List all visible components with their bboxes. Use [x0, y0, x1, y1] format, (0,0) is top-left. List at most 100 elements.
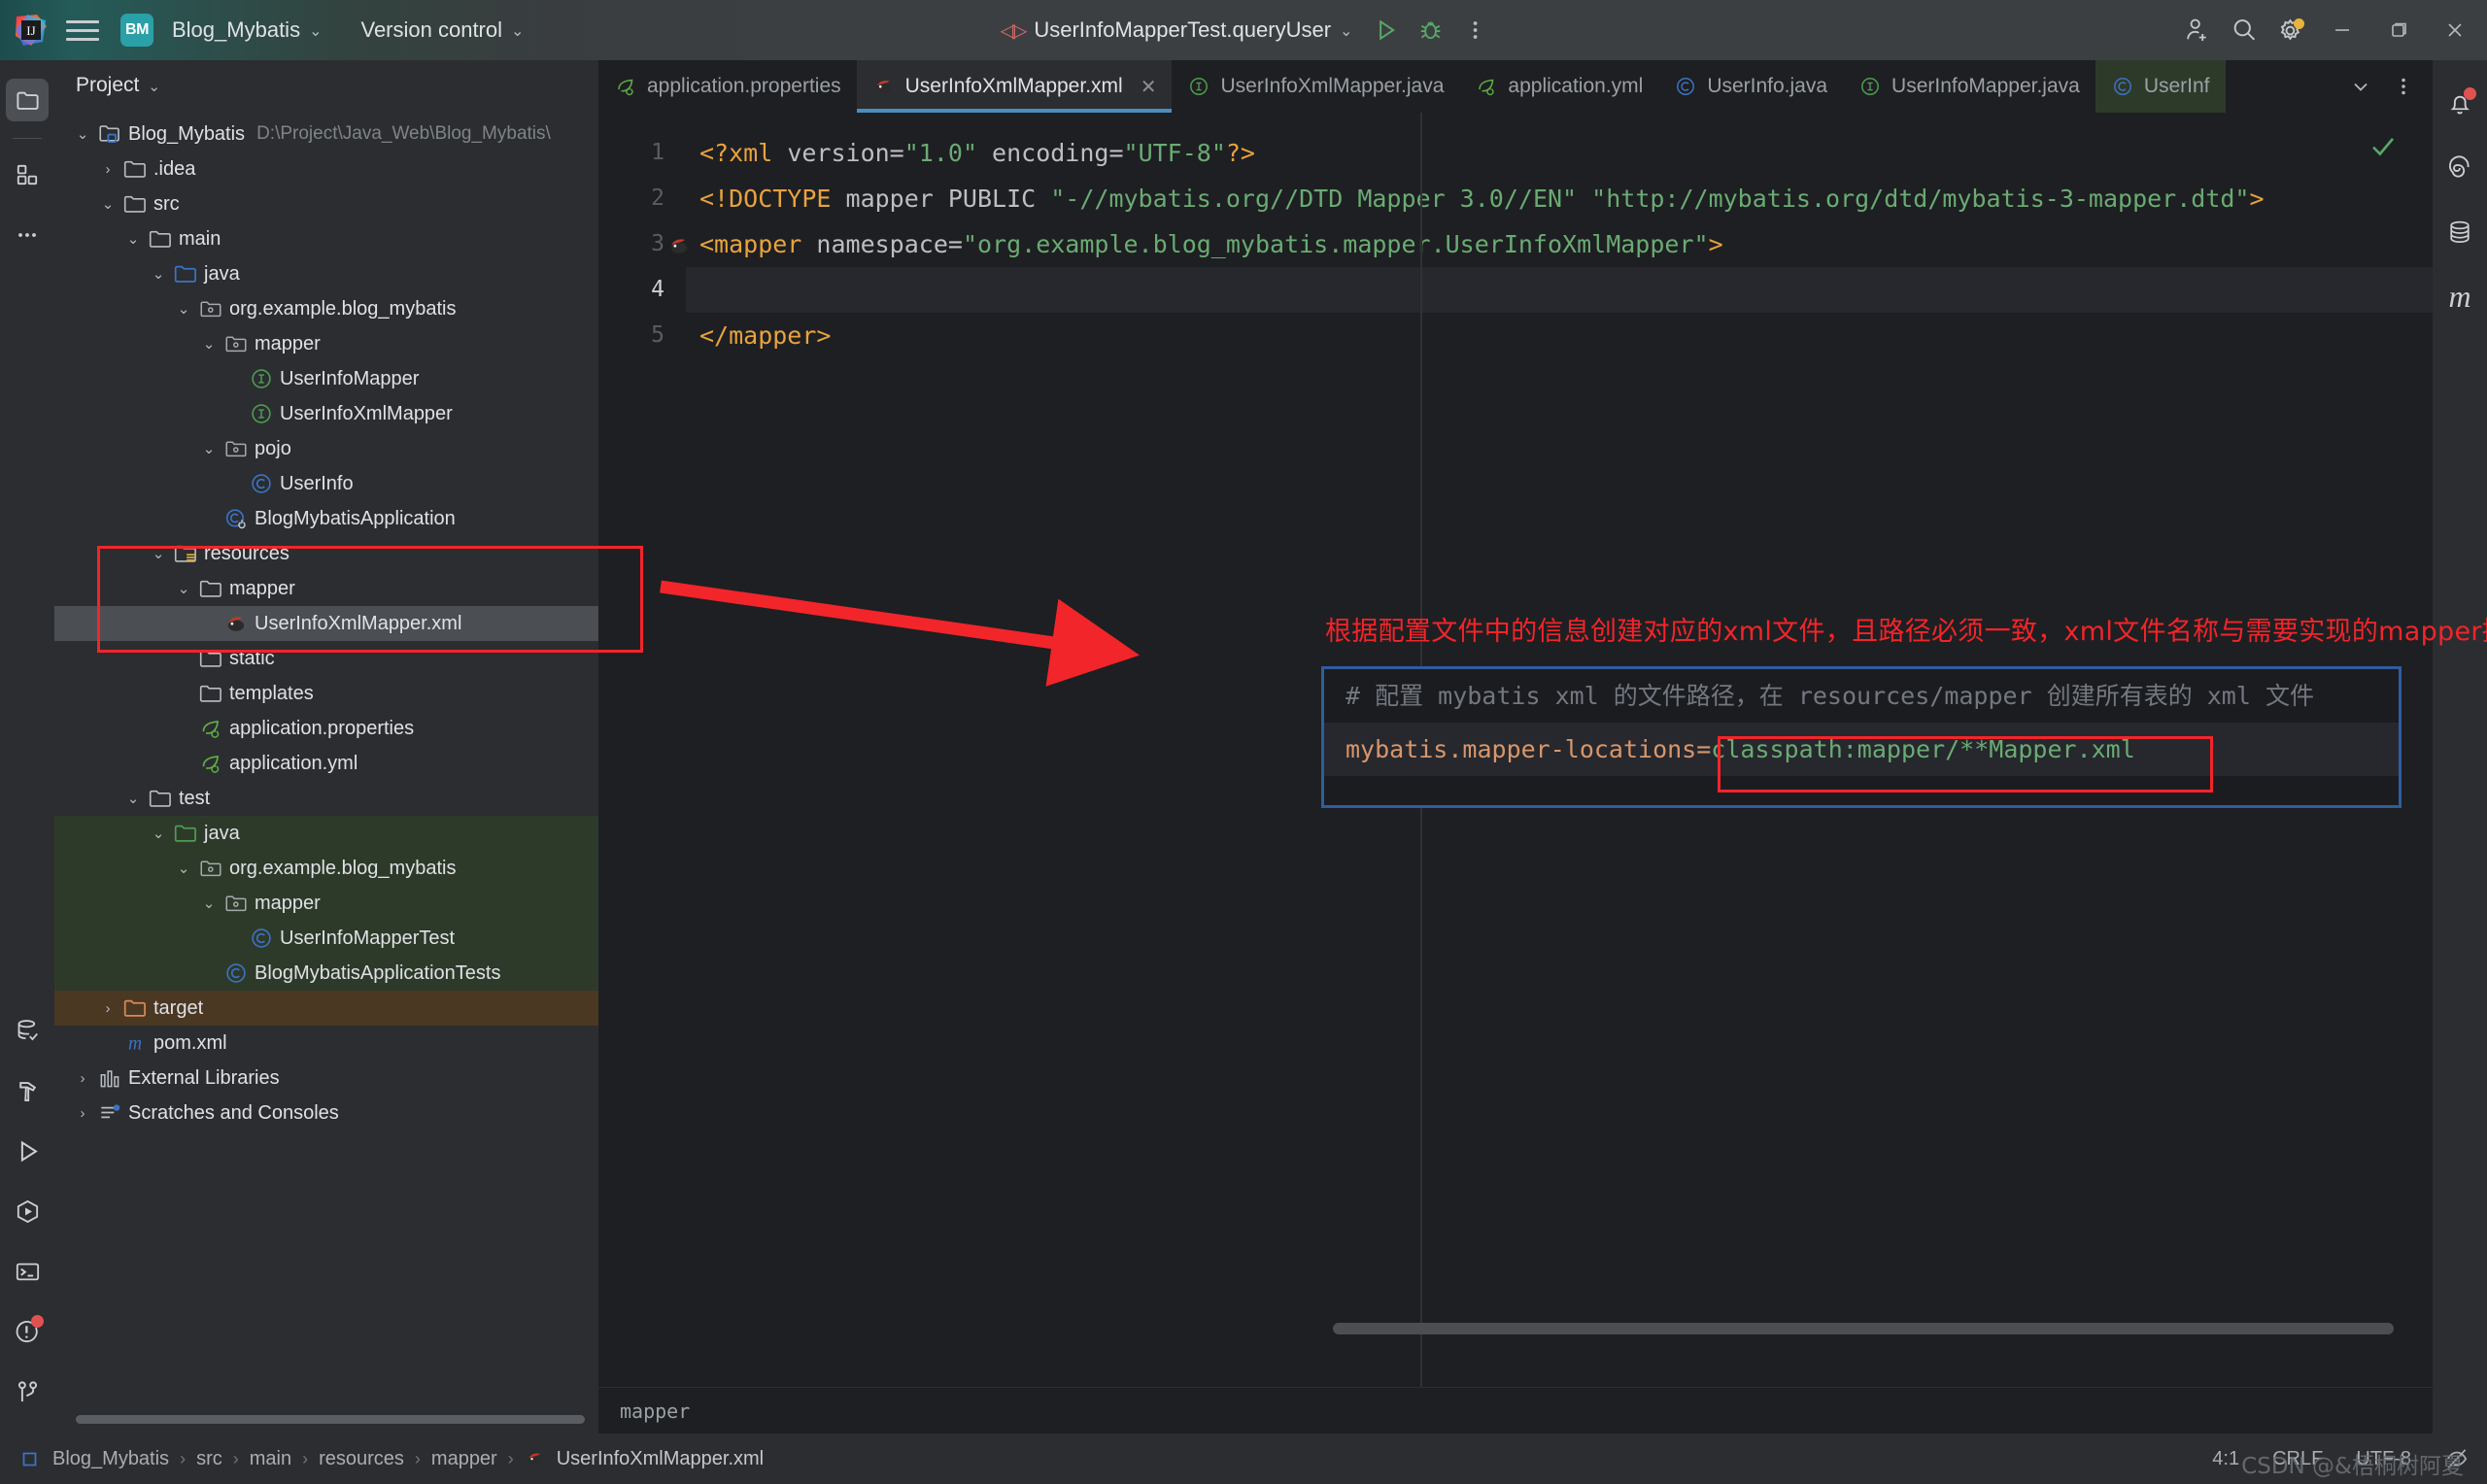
chevron-down-icon[interactable]: ⌄: [146, 545, 171, 562]
sidebar-item-ai-assistant[interactable]: [2438, 147, 2481, 189]
add-account-icon[interactable]: [2176, 9, 2219, 51]
tree-node-templates[interactable]: templates: [54, 676, 598, 711]
sidebar-item-run[interactable]: [6, 1130, 49, 1172]
tree-node-userinfo[interactable]: UserInfo: [54, 466, 598, 501]
gear-icon[interactable]: [2269, 9, 2312, 51]
sidebar-item-project[interactable]: [6, 79, 49, 121]
search-icon[interactable]: [2223, 9, 2266, 51]
tree-node-userinfoxmlmapper[interactable]: UserInfoXmlMapper: [54, 396, 598, 431]
project-name-button[interactable]: Blog_Mybatis ⌄: [164, 13, 329, 48]
code-line[interactable]: <mapper namespace="org.example.blog_myba…: [686, 221, 2433, 267]
tree-node-mapper[interactable]: ⌄ mapper: [54, 326, 598, 361]
tree-node-application-properties[interactable]: application.properties: [54, 711, 598, 746]
tree-node--idea[interactable]: › .idea: [54, 152, 598, 186]
tree-node-org-example-blog-mybatis[interactable]: ⌄ org.example.blog_mybatis: [54, 851, 598, 886]
chevron-down-icon[interactable]: ⌄: [196, 894, 221, 912]
editor-tab-list[interactable]: application.properties UserInfoXmlMapper.…: [598, 60, 2339, 113]
breadcrumb-item[interactable]: mapper: [431, 1448, 497, 1470]
tree-node-java[interactable]: ⌄ java: [54, 816, 598, 851]
project-panel-header[interactable]: Project ⌄: [54, 60, 598, 111]
chevron-down-icon[interactable]: ⌄: [146, 825, 171, 842]
minimize-button[interactable]: [2316, 4, 2368, 56]
chevron-right-icon[interactable]: ›: [95, 161, 120, 178]
tree-node-target[interactable]: › target: [54, 991, 598, 1026]
sidebar-item-more[interactable]: [6, 214, 49, 256]
tree-node-mapper[interactable]: ⌄ mapper: [54, 886, 598, 921]
sidebar-item-build[interactable]: [6, 1069, 49, 1112]
sidebar-item-notifications[interactable]: [2438, 83, 2481, 125]
sidebar-item-structure[interactable]: [6, 153, 49, 196]
code-line[interactable]: </mapper>: [686, 313, 2433, 358]
tree-node-src[interactable]: ⌄ src: [54, 186, 598, 221]
editor-tab-userinfoxmlmapper-xml[interactable]: UserInfoXmlMapper.xml ✕: [856, 60, 1173, 113]
chevron-down-icon[interactable]: ⌄: [171, 860, 196, 877]
breadcrumb-item[interactable]: UserInfoXmlMapper.xml: [557, 1448, 764, 1470]
tree-node-main[interactable]: ⌄ main: [54, 221, 598, 256]
tree-node-pojo[interactable]: ⌄ pojo: [54, 431, 598, 466]
editor-tab-options-icon[interactable]: [2382, 65, 2425, 108]
project-tree-horizontal-scrollbar[interactable]: [76, 1415, 585, 1424]
tree-node-test[interactable]: ⌄ test: [54, 781, 598, 816]
tree-node-blog-mybatis[interactable]: ⌄ Blog_Mybatis D:\Project\Java_Web\Blog_My…: [54, 117, 598, 152]
editor-tab-userinfomapper-java[interactable]: UserInfoMapper.java: [1843, 60, 2095, 113]
tree-node-blogmybatisapplication[interactable]: BlogMybatisApplication: [54, 501, 598, 536]
run-configuration-selector[interactable]: ◁▷ UserInfoMapperTest.queryUser ⌄: [991, 13, 1363, 48]
tree-node-blogmybatisapplicationtests[interactable]: BlogMybatisApplicationTests: [54, 956, 598, 991]
breadcrumb-item[interactable]: resources: [319, 1448, 404, 1470]
chevron-down-icon[interactable]: ⌄: [196, 335, 221, 353]
chevron-down-icon[interactable]: ⌄: [120, 790, 146, 807]
code-line[interactable]: <!DOCTYPE mapper PUBLIC "-//mybatis.org/…: [686, 176, 2433, 221]
inspections-widget[interactable]: [2368, 132, 2398, 166]
chevron-right-icon[interactable]: ›: [70, 1070, 95, 1087]
breadcrumb-item[interactable]: src: [196, 1448, 222, 1470]
editor-tab-userinfoxmlmapper-java[interactable]: UserInfoXmlMapper.java: [1172, 60, 1459, 113]
tree-node-pom-xml[interactable]: m pom.xml: [54, 1026, 598, 1061]
breadcrumb-item[interactable]: main: [250, 1448, 291, 1470]
sidebar-item-problems[interactable]: [6, 1310, 49, 1353]
sidebar-item-database-right[interactable]: [2438, 211, 2481, 253]
project-tree[interactable]: ⌄ Blog_Mybatis D:\Project\Java_Web\Blog_My…: [54, 111, 598, 1433]
chevron-right-icon[interactable]: ›: [95, 1000, 120, 1017]
run-button[interactable]: [1364, 9, 1407, 51]
debug-button[interactable]: [1409, 9, 1451, 51]
tree-node-mapper[interactable]: ⌄ mapper: [54, 571, 598, 606]
caret-position[interactable]: 4:1: [2212, 1448, 2239, 1470]
editor-tab-application-yml[interactable]: application.yml: [1459, 60, 1658, 113]
maximize-button[interactable]: [2372, 4, 2425, 56]
project-badge[interactable]: BM: [120, 14, 153, 47]
code-editor[interactable]: 1 2 3 4 5 <?xml version="1.0" encoding="UTF-…: [598, 113, 2487, 1387]
code-line[interactable]: [686, 267, 2433, 313]
tree-node-application-yml[interactable]: application.yml: [54, 746, 598, 781]
chevron-down-icon[interactable]: ⌄: [171, 300, 196, 318]
editor-tab-application-properties[interactable]: application.properties: [598, 60, 857, 113]
breadcrumb-item[interactable]: Blog_Mybatis: [52, 1448, 169, 1470]
tree-node-userinfoxmlmapper-xml[interactable]: UserInfoXmlMapper.xml: [54, 606, 598, 641]
tree-node-resources[interactable]: ⌄ resources: [54, 536, 598, 571]
tree-node-external-libraries[interactable]: › External Libraries: [54, 1061, 598, 1096]
close-icon[interactable]: ✕: [1141, 75, 1157, 99]
editor-gutter[interactable]: 1 2 3 4 5: [598, 113, 688, 1387]
main-menu-button[interactable]: [66, 14, 99, 47]
chevron-down-icon[interactable]: ⌄: [95, 195, 120, 213]
chevron-right-icon[interactable]: ›: [70, 1105, 95, 1122]
more-run-actions-button[interactable]: [1453, 9, 1496, 51]
chevron-down-icon[interactable]: ⌄: [146, 265, 171, 283]
tree-node-static[interactable]: static: [54, 641, 598, 676]
status-breadcrumb[interactable]: Blog_Mybatis › src › main › resources › mapper › U…: [21, 1448, 764, 1470]
editor-tab-userinf[interactable]: UserInf: [2095, 60, 2226, 113]
tree-node-userinfomappertest[interactable]: UserInfoMapperTest: [54, 921, 598, 956]
version-control-button[interactable]: Version control ⌄: [353, 13, 531, 48]
chevron-down-icon[interactable]: ⌄: [196, 440, 221, 457]
editor-tab-userinfo-java[interactable]: UserInfo.java: [1658, 60, 1843, 113]
tree-node-userinfomapper[interactable]: UserInfoMapper: [54, 361, 598, 396]
tree-node-java[interactable]: ⌄ java: [54, 256, 598, 291]
code-line[interactable]: <?xml version="1.0" encoding="UTF-8"?>: [686, 130, 2433, 176]
chevron-down-icon[interactable]: ⌄: [70, 125, 95, 143]
tree-node-org-example-blog-mybatis[interactable]: ⌄ org.example.blog_mybatis: [54, 291, 598, 326]
sidebar-item-terminal[interactable]: [6, 1250, 49, 1293]
tree-node-scratches-and-consoles[interactable]: › Scratches and Consoles: [54, 1096, 598, 1130]
sidebar-item-database[interactable]: [6, 1009, 49, 1052]
chevron-down-icon[interactable]: [2339, 65, 2382, 108]
editor-horizontal-scrollbar[interactable]: [1333, 1323, 2394, 1334]
chevron-down-icon[interactable]: ⌄: [120, 230, 146, 248]
